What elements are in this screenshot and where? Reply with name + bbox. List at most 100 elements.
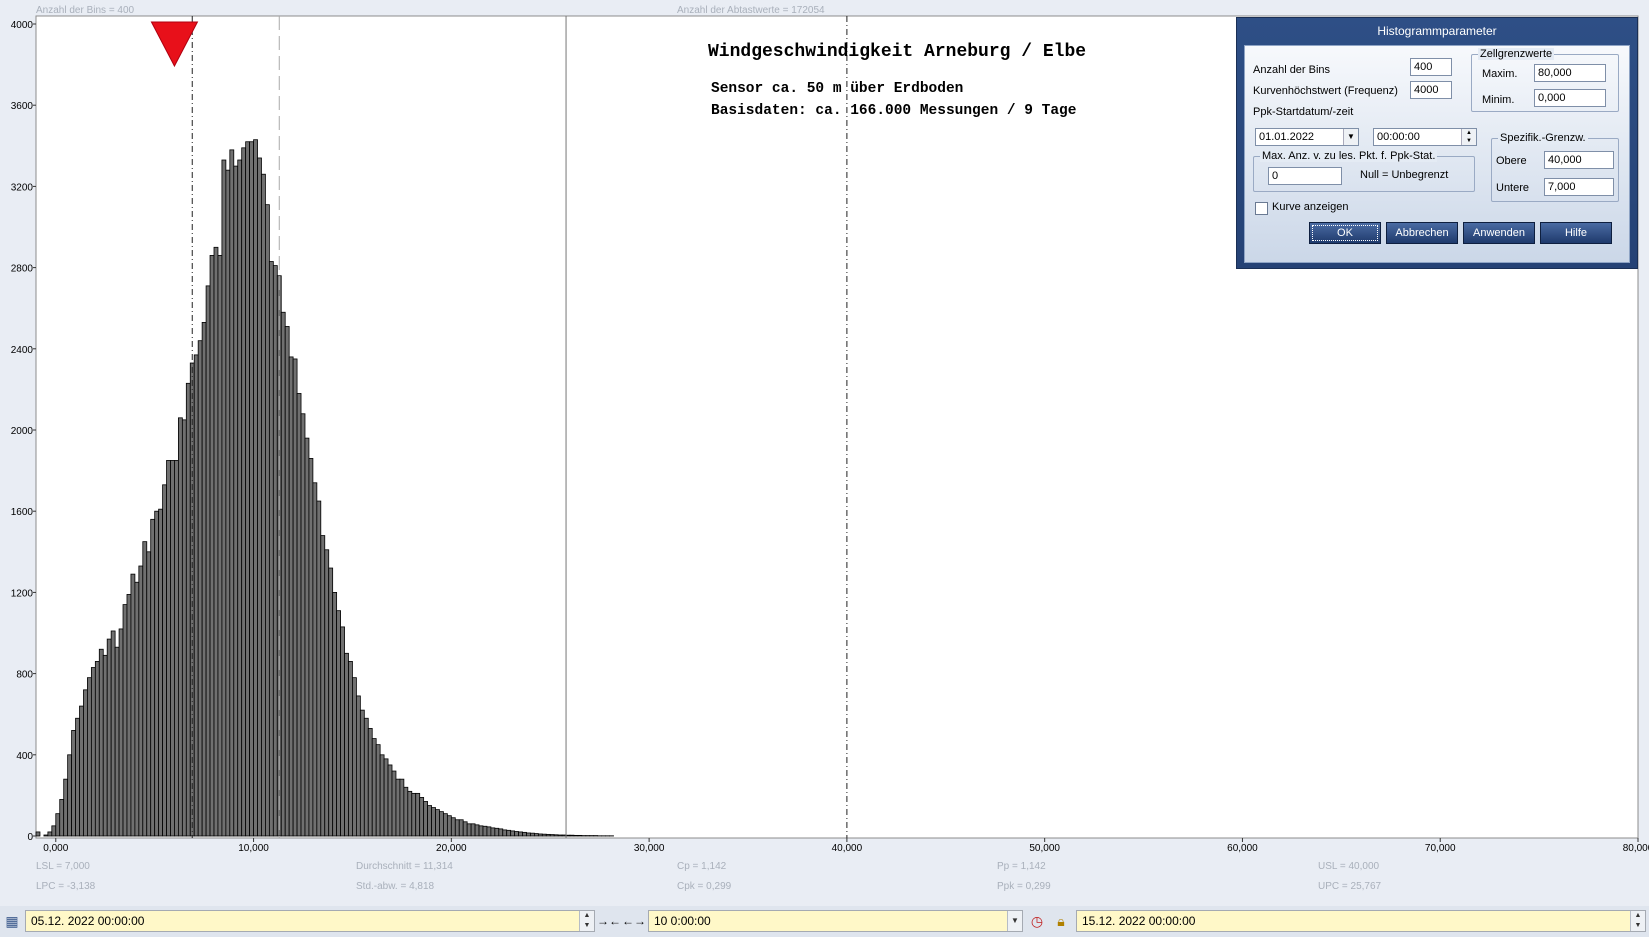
- histogram-bar: [482, 825, 488, 837]
- duration-select[interactable]: 10 0:00:00 ▼: [648, 910, 1023, 932]
- histogram-bar: [352, 677, 357, 837]
- histogram-bar: [261, 173, 266, 837]
- histogram-bar: [312, 482, 318, 837]
- histogram-bar: [446, 815, 452, 837]
- histogram-bar: [166, 460, 171, 837]
- histogram-bar: [391, 770, 397, 837]
- histogram-bar: [253, 139, 258, 837]
- min-input[interactable]: 0,000: [1534, 89, 1606, 107]
- histogram-bar: [55, 813, 61, 837]
- end-time-spinner[interactable]: ▲ ▼: [1630, 911, 1645, 931]
- histogram-bar: [193, 354, 199, 837]
- ok-button[interactable]: OK: [1309, 222, 1381, 244]
- histogram-bar: [47, 831, 53, 837]
- histogram-bar: [284, 326, 290, 837]
- histogram-bar: [83, 689, 88, 837]
- chevron-down-icon[interactable]: ▼: [1007, 911, 1022, 931]
- histogram-bar: [221, 159, 227, 837]
- histogram-bar: [67, 754, 72, 837]
- histogram-bar: [498, 828, 504, 837]
- dialog-title[interactable]: Histogrammparameter: [1237, 18, 1637, 44]
- max-input[interactable]: 80,000: [1534, 64, 1606, 82]
- histogram-bar: [296, 393, 302, 837]
- histogram-bar: [514, 831, 519, 837]
- histogram-bar: [51, 825, 57, 837]
- histogram-parameters-dialog: Histogrammparameter Anzahl der Bins 400 …: [1236, 17, 1638, 269]
- freq-input[interactable]: 4000: [1410, 81, 1452, 99]
- histogram-bar: [79, 705, 84, 837]
- histogram-bar: [462, 821, 468, 837]
- show-curve-label: Kurve anzeigen: [1272, 201, 1349, 213]
- expand-range-icon[interactable]: ←→: [622, 911, 646, 931]
- histogram-bar: [577, 834, 583, 837]
- calendar-icon[interactable]: ▦: [3, 911, 21, 931]
- ppk-time-input[interactable]: 00:00:00 ▲ ▼: [1373, 128, 1477, 146]
- y-tick-label: 3600: [11, 101, 34, 112]
- histogram-bar: [229, 149, 235, 837]
- histogram-bar: [454, 819, 460, 837]
- chevron-down-icon[interactable]: ▼: [1343, 129, 1358, 145]
- histogram-bar: [537, 833, 543, 837]
- histogram-bar: [87, 677, 92, 837]
- chart-subtitle-sensor: Sensor ca. 50 m über Erdboden: [711, 81, 963, 97]
- unlimited-hint: Null = Unbegrenzt: [1360, 169, 1449, 181]
- y-tick-label: 1600: [11, 507, 34, 518]
- end-time-input[interactable]: 15.12. 2022 00:00:00 ▲ ▼: [1076, 910, 1646, 932]
- x-tick-label: 50,000: [1029, 843, 1060, 854]
- histogram-bar: [470, 823, 476, 837]
- max-points-input[interactable]: 0: [1268, 167, 1342, 185]
- histogram-bar: [427, 805, 432, 837]
- x-tick-label: 70,000: [1425, 843, 1456, 854]
- histogram-bar: [478, 825, 484, 837]
- apply-button[interactable]: Anwenden: [1463, 222, 1535, 244]
- histogram-bar: [474, 824, 480, 837]
- start-time-input[interactable]: 05.12. 2022 00:00:00 ▲ ▼: [25, 910, 595, 932]
- histogram-bar: [344, 652, 349, 837]
- help-button[interactable]: Hilfe: [1540, 222, 1612, 244]
- chart-title: Windgeschwindigkeit Arneburg / Elbe: [708, 42, 1086, 62]
- histogram-bar: [502, 829, 508, 837]
- clock-icon[interactable]: ◷: [1027, 911, 1047, 931]
- histogram-bar: [383, 758, 389, 837]
- histogram-bar: [363, 717, 369, 837]
- histogram-bar: [553, 834, 559, 837]
- stat-mean: Durchschnitt = 11,314: [356, 861, 453, 872]
- histogram-bar: [557, 834, 563, 837]
- histogram-bar: [316, 500, 322, 837]
- start-time-spinner[interactable]: ▲ ▼: [579, 911, 594, 931]
- bins-input[interactable]: 400: [1410, 58, 1452, 76]
- lower-limit-input[interactable]: 7,000: [1544, 178, 1614, 196]
- y-tick-label: 2000: [11, 426, 34, 437]
- histogram-bar: [395, 778, 401, 837]
- cancel-button[interactable]: Abbrechen: [1386, 222, 1458, 244]
- histogram-bar: [320, 535, 326, 837]
- stat-std: Std.-abw. = 4,818: [356, 881, 435, 892]
- histogram-bar: [407, 790, 413, 837]
- upper-limit-input[interactable]: 40,000: [1544, 151, 1614, 169]
- shrink-range-icon[interactable]: →←: [597, 911, 621, 931]
- min-label: Minim.: [1482, 94, 1515, 106]
- time-spinner-icon[interactable]: ▲ ▼: [1461, 129, 1476, 145]
- histogram-bar: [217, 255, 223, 837]
- histogram-bar: [43, 834, 49, 837]
- histogram-bar: [340, 626, 345, 837]
- show-curve-checkbox[interactable]: [1255, 202, 1268, 215]
- x-tick-label: 0,000: [43, 843, 68, 854]
- stat-pp: Pp = 1,142: [997, 861, 1046, 872]
- histogram-bar: [399, 778, 405, 837]
- histogram-bar: [75, 717, 80, 837]
- histogram-bar: [411, 792, 417, 837]
- ppk-time-value: 00:00:00: [1377, 131, 1420, 143]
- ppk-date-select[interactable]: 01.01.2022 ▼: [1255, 128, 1359, 146]
- stat-lpc: LPC = -3,138: [36, 881, 96, 892]
- histogram-bar: [245, 141, 250, 837]
- histogram-bar: [419, 797, 425, 837]
- histogram-bar: [439, 811, 444, 837]
- lock-icon[interactable]: 🔒︎: [1051, 911, 1071, 931]
- stat-cp: Cp = 1,142: [677, 861, 727, 872]
- duration-value: 10 0:00:00: [654, 914, 711, 928]
- histogram-bar: [367, 728, 373, 837]
- histogram-bar: [490, 827, 496, 837]
- upper-limit-label: Obere: [1496, 155, 1527, 167]
- histogram-bar: [522, 831, 527, 837]
